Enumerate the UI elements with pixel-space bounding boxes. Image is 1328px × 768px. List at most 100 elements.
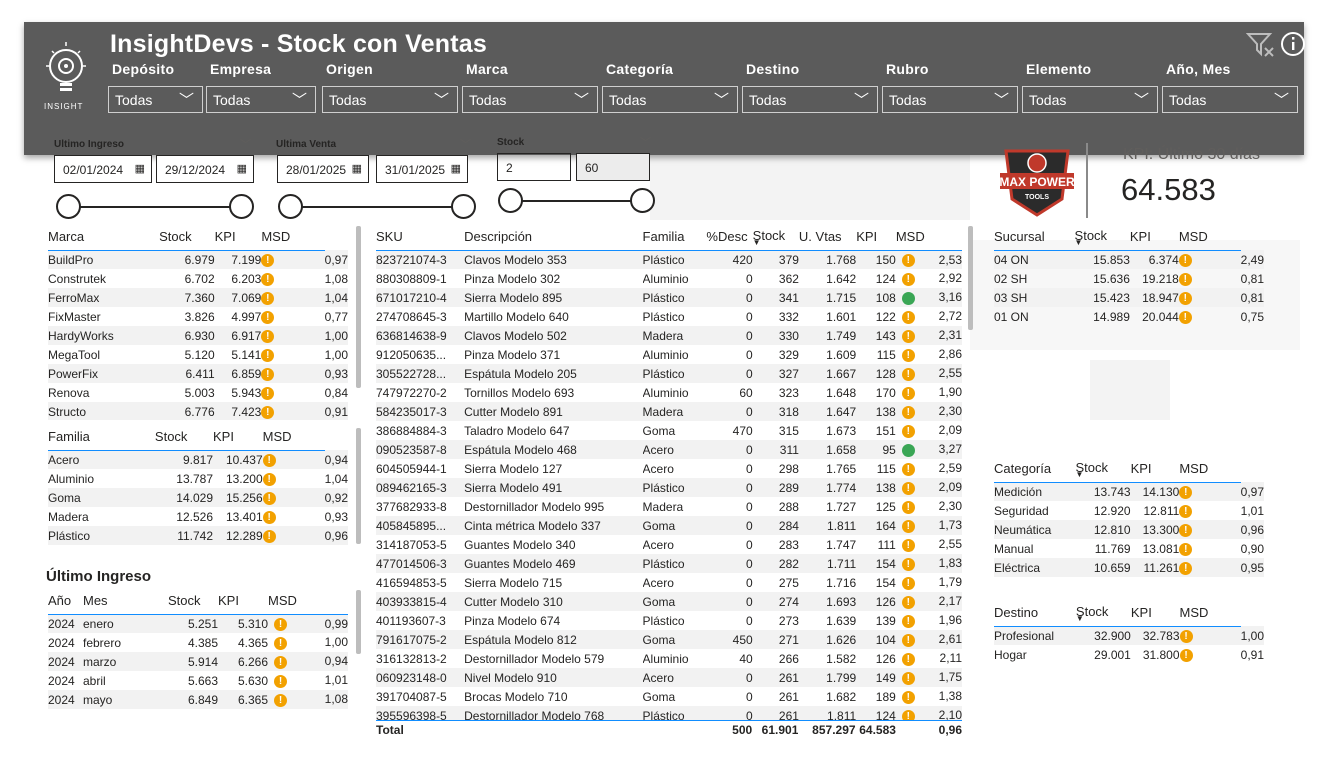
table-row[interactable]: 01 ON 14.989 20.044! 0,75 bbox=[994, 307, 1264, 326]
calendar-icon[interactable]: ▦ bbox=[135, 162, 145, 175]
slider-handle-min[interactable] bbox=[498, 188, 523, 213]
filter-select-marca[interactable]: Todas ﹀ bbox=[462, 86, 598, 113]
table-row[interactable]: Goma 14.029 15.256! 0,92 bbox=[48, 488, 348, 507]
table-row[interactable]: 604505944-1 Sierra Modelo 127 Acero 0 298 1.7… bbox=[376, 459, 962, 478]
table-row[interactable]: Medición 13.743 14.130! 0,97 bbox=[994, 482, 1264, 501]
table-row[interactable]: 912050635... Pinza Modelo 371 Aluminio 0 329… bbox=[376, 345, 962, 364]
column-header[interactable]: SKU bbox=[376, 224, 465, 251]
scrollbar[interactable] bbox=[968, 226, 973, 330]
chevron-down-icon[interactable]: ﹀ bbox=[640, 134, 651, 150]
info-icon[interactable] bbox=[1281, 32, 1305, 56]
table-row[interactable]: 636814638-9 Clavos Modelo 502 Madera 0 330 1.… bbox=[376, 326, 962, 345]
table-row[interactable]: 477014506-3 Guantes Modelo 469 Plástico 0 28… bbox=[376, 554, 962, 573]
table-row[interactable]: FerroMax 7.360 7.069! 1,04 bbox=[48, 288, 348, 307]
slider-handle-max[interactable] bbox=[229, 194, 254, 219]
column-header[interactable]: Stock ▼ bbox=[1075, 600, 1131, 627]
filter-select-anio-mes[interactable]: Todas ﹀ bbox=[1162, 86, 1298, 113]
column-header[interactable]: Stock bbox=[154, 424, 213, 451]
column-header[interactable]: KPI bbox=[856, 224, 896, 251]
table-row[interactable]: 791617075-2 Espátula Modelo 812 Goma 450 271… bbox=[376, 630, 962, 649]
column-header[interactable]: MSD bbox=[895, 224, 962, 251]
table-row[interactable]: 880308809-1 Pinza Modelo 302 Aluminio 0 362 1… bbox=[376, 269, 962, 288]
column-header[interactable]: Destino bbox=[994, 600, 1076, 627]
slider-handle-min[interactable] bbox=[278, 194, 303, 219]
column-header[interactable]: Stock bbox=[168, 588, 218, 615]
date-to-ultima-venta[interactable]: 31/01/2025 ▦ bbox=[376, 155, 468, 183]
column-header[interactable]: MSD bbox=[1178, 224, 1241, 251]
table-row[interactable]: BuildPro 6.979 7.199! 0,97 bbox=[48, 250, 348, 269]
table-row[interactable]: 747972270-2 Tornillos Modelo 693 Aluminio 6… bbox=[376, 383, 962, 402]
date-from-ultima-venta[interactable]: 28/01/2025 ▦ bbox=[277, 155, 369, 183]
table-row[interactable]: 401193607-3 Pinza Modelo 674 Plástico 0 273 1… bbox=[376, 611, 962, 630]
table-row[interactable]: 089462165-3 Sierra Modelo 491 Plástico 0 289… bbox=[376, 478, 962, 497]
table-row[interactable]: 2024 marzo 5.914 6.266! 0,94 bbox=[48, 652, 348, 671]
table-row[interactable]: 305522728... Espátula Modelo 205 Plástico 0… bbox=[376, 364, 962, 383]
calendar-icon[interactable]: ▦ bbox=[352, 162, 362, 175]
table-row[interactable]: Acero 9.817 10.437! 0,94 bbox=[48, 450, 348, 469]
table-row[interactable]: 2024 abril 5.663 5.630! 1,01 bbox=[48, 671, 348, 690]
date-from-ultimo-ingreso[interactable]: 02/01/2024 ▦ bbox=[54, 155, 152, 183]
table-row[interactable]: Plástico 11.742 12.289! 0,96 bbox=[48, 526, 348, 545]
table-row[interactable]: 060923148-0 Nivel Modelo 910 Acero 0 261 1.79… bbox=[376, 668, 962, 687]
filter-clear-icon[interactable] bbox=[1245, 33, 1274, 57]
table-row[interactable]: Structo 6.776 7.423! 0,91 bbox=[48, 402, 348, 420]
column-header[interactable]: KPI bbox=[214, 224, 262, 251]
chevron-down-icon[interactable]: ﹀ bbox=[240, 136, 251, 152]
column-header[interactable]: MSD bbox=[261, 224, 325, 251]
column-header[interactable]: MSD bbox=[1179, 456, 1241, 483]
table-row[interactable]: Manual 11.769 13.081! 0,90 bbox=[994, 539, 1264, 558]
slider-handle-min[interactable] bbox=[56, 194, 81, 219]
filter-select-empresa[interactable]: Todas ﹀ bbox=[206, 86, 316, 113]
table-row[interactable]: Neumática 12.810 13.300! 0,96 bbox=[994, 520, 1264, 539]
filter-select-origen[interactable]: Todas ﹀ bbox=[322, 86, 458, 113]
table-row[interactable]: Eléctrica 10.659 11.261! 0,95 bbox=[994, 558, 1264, 577]
table-row[interactable]: 377682933-8 Destornillador Modelo 995 Made… bbox=[376, 497, 962, 516]
column-header[interactable]: KPI bbox=[1130, 456, 1180, 483]
filter-select-destino[interactable]: Todas ﹀ bbox=[742, 86, 878, 113]
table-row[interactable]: 405845895... Cinta métrica Modelo 337 Goma… bbox=[376, 516, 962, 535]
column-header[interactable]: Stock ▼ bbox=[752, 224, 799, 251]
table-row[interactable]: 2024 enero 5.251 5.310! 0,99 bbox=[48, 614, 348, 633]
table-row[interactable]: 316132813-2 Destornillador Modelo 579 Alum… bbox=[376, 649, 962, 668]
column-header[interactable]: Familia bbox=[642, 224, 707, 251]
table-row[interactable]: 584235017-3 Cutter Modelo 891 Madera 0 318 1.… bbox=[376, 402, 962, 421]
column-header[interactable]: KPI bbox=[218, 588, 268, 615]
scrollbar[interactable] bbox=[356, 590, 361, 654]
column-header[interactable]: MSD bbox=[1179, 600, 1241, 627]
scrollbar[interactable] bbox=[356, 428, 361, 544]
table-row[interactable]: Madera 12.526 13.401! 0,93 bbox=[48, 507, 348, 526]
table-row[interactable]: FixMaster 3.826 4.997! 0,77 bbox=[48, 307, 348, 326]
table-row[interactable]: 04 ON 15.853 6.374! 2,49 bbox=[994, 250, 1264, 269]
column-header[interactable]: Año bbox=[48, 588, 83, 615]
column-header[interactable]: Descripción bbox=[464, 224, 643, 251]
stock-max-input[interactable]: 60 bbox=[576, 153, 650, 181]
table-row[interactable]: 02 SH 15.636 19.218! 0,81 bbox=[994, 269, 1264, 288]
column-header[interactable]: KPI bbox=[213, 424, 263, 451]
table-row[interactable]: Aluminio 13.787 13.200! 1,04 bbox=[48, 469, 348, 488]
table-row[interactable]: PowerFix 6.411 6.859! 0,93 bbox=[48, 364, 348, 383]
date-to-ultimo-ingreso[interactable]: 29/12/2024 ▦ bbox=[156, 155, 254, 183]
calendar-icon[interactable]: ▦ bbox=[237, 162, 247, 175]
table-row[interactable]: 386884884-3 Taladro Modelo 647 Goma 470 315 1… bbox=[376, 421, 962, 440]
filter-select-elemento[interactable]: Todas ﹀ bbox=[1022, 86, 1158, 113]
table-row[interactable]: 395596398-5 Destornillador Modelo 768 Plás… bbox=[376, 706, 962, 721]
column-header[interactable]: Stock ▼ bbox=[1074, 224, 1130, 251]
column-header[interactable]: MSD bbox=[268, 588, 348, 615]
column-header[interactable]: %Desc bbox=[706, 224, 753, 251]
table-row[interactable]: 403933815-4 Cutter Modelo 310 Goma 0 274 1.69… bbox=[376, 592, 962, 611]
column-header[interactable]: Stock ▼ bbox=[1075, 456, 1131, 483]
table-row[interactable]: 090523587-8 Espátula Modelo 468 Acero 0 311 1… bbox=[376, 440, 962, 459]
table-row[interactable]: 2024 mayo 6.849 6.365! 1,08 bbox=[48, 690, 348, 709]
column-header[interactable]: Familia bbox=[48, 424, 155, 451]
slider-handle-max[interactable] bbox=[451, 194, 476, 219]
column-header[interactable]: Mes bbox=[83, 588, 168, 615]
table-row[interactable]: Hogar 29.001 31.800! 0,91 bbox=[994, 645, 1264, 664]
stock-min-input[interactable]: 2 bbox=[497, 153, 571, 181]
filter-select-rubro[interactable]: Todas ﹀ bbox=[882, 86, 1018, 113]
table-row[interactable]: 671017210-4 Sierra Modelo 895 Plástico 0 341… bbox=[376, 288, 962, 307]
column-header[interactable]: Stock bbox=[159, 224, 215, 251]
table-row[interactable]: 416594853-5 Sierra Modelo 715 Acero 0 275 1.7… bbox=[376, 573, 962, 592]
column-header[interactable]: KPI bbox=[1129, 224, 1179, 251]
column-header[interactable]: Marca bbox=[48, 224, 160, 251]
table-row[interactable]: 03 SH 15.423 18.947! 0,81 bbox=[994, 288, 1264, 307]
